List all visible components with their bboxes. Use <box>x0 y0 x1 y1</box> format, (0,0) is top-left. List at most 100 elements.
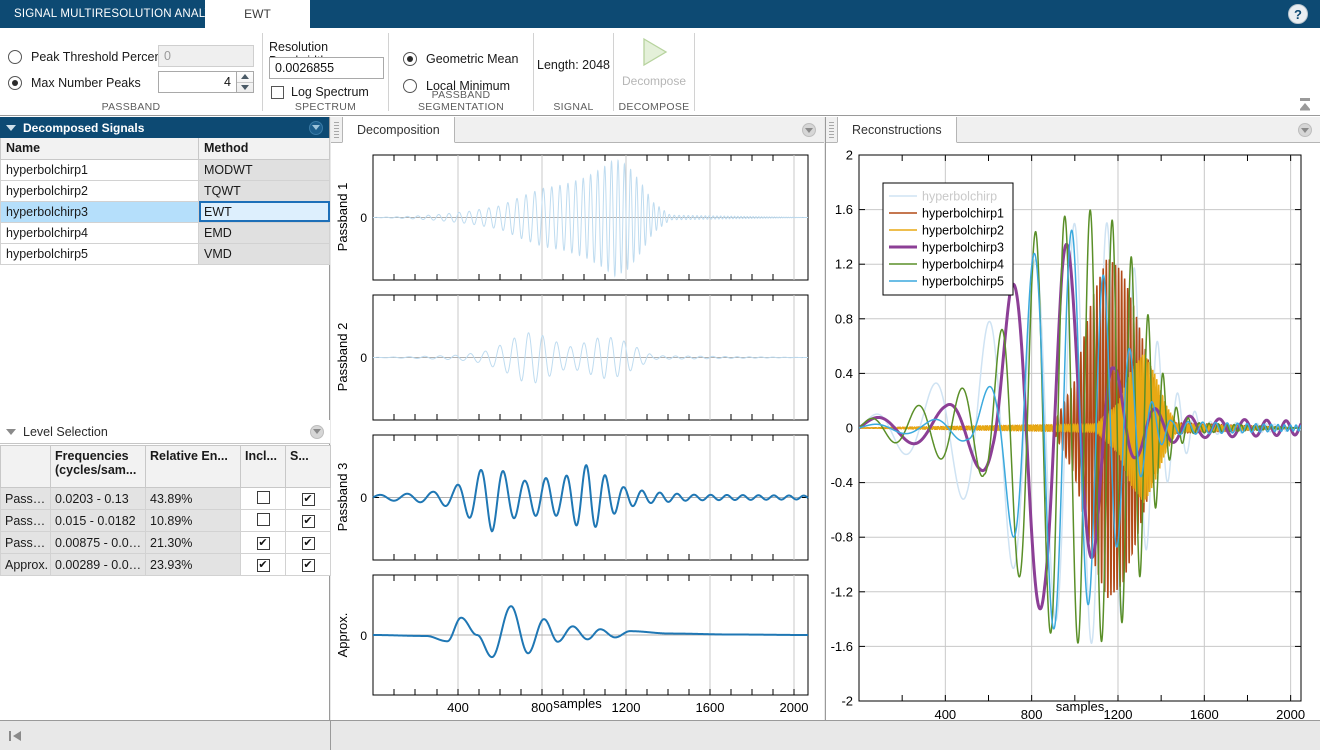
cell-level: Pass… <box>0 531 51 554</box>
geometric-mean-radio[interactable] <box>403 52 417 66</box>
cell-include[interactable]: ✔ <box>240 553 286 576</box>
decomposition-panel: Decomposition 0 Passband 1 0 Passband 2 … <box>331 117 824 720</box>
show-checkbox[interactable]: ✔ <box>301 537 315 550</box>
ribbon-toolbar: Peak Threshold Percent Max Number Peaks … <box>0 28 1320 116</box>
reconstructions-plot: -2 -1.6 -1.2 -0.8 -0.4 0 0.4 0.8 1.2 1.6 2 400 800 1… <box>826 143 1320 720</box>
table-row[interactable]: hyperbolchirp4 EMD <box>0 221 330 244</box>
table-row[interactable]: Pass… 0.015 - 0.0182 10.89% ✔ <box>0 509 331 532</box>
level-selection-table[interactable]: Frequencies (cycles/sam... Relative En..… <box>0 445 331 576</box>
cell-level: Pass… <box>0 487 51 510</box>
cell-signal-method[interactable]: TQWT <box>198 179 330 202</box>
cell-include[interactable]: ✔ <box>240 531 286 554</box>
decompose-button[interactable]: Decompose <box>614 34 694 88</box>
column-header-level[interactable] <box>0 445 51 488</box>
panel-menu-icon[interactable] <box>802 123 816 137</box>
geometric-mean-label: Geometric Mean <box>426 52 519 66</box>
recon-ytick-1.6: 1.6 <box>835 202 853 217</box>
chevron-down-icon[interactable] <box>6 124 16 131</box>
geometric-mean-row[interactable]: Geometric Mean <box>403 48 518 70</box>
log-spectrum-label: Log Spectrum <box>291 85 369 99</box>
panel-menu-icon[interactable] <box>309 120 323 135</box>
show-checkbox[interactable]: ✔ <box>301 493 315 506</box>
panel-menu-icon[interactable] <box>310 424 324 439</box>
legend-label-hyperbolchirp3: hyperbolchirp3 <box>922 241 1004 255</box>
recon-ytick-0: 0 <box>846 421 853 436</box>
decomposed-signals-table[interactable]: Name Method hyperbolchirp1 MODWT hyperbo… <box>0 138 330 265</box>
peak-threshold-radio[interactable] <box>8 50 22 64</box>
passband2-ylabel: Passband 2 <box>335 323 350 392</box>
recon-ytick-1.2: 1.2 <box>835 257 853 272</box>
include-checkbox[interactable]: ✔ <box>256 559 270 572</box>
cell-show[interactable]: ✔ <box>285 531 331 554</box>
peak-threshold-input[interactable]: 0 <box>158 45 254 67</box>
legend-label-hyperbolchirp4: hyperbolchirp4 <box>922 258 1004 272</box>
table-row[interactable]: Pass… 0.00875 - 0.0… 21.30% ✔ ✔ <box>0 531 331 554</box>
resolution-bandwidth-input[interactable]: 0.0026855 <box>269 57 384 79</box>
help-icon[interactable]: ? <box>1288 4 1308 24</box>
column-header-frequencies[interactable]: Frequencies (cycles/sam... <box>50 445 146 488</box>
column-header-show[interactable]: S... <box>285 445 331 488</box>
cell-show[interactable]: ✔ <box>285 509 331 532</box>
table-row[interactable]: hyperbolchirp2 TQWT <box>0 179 330 202</box>
table-row[interactable]: hyperbolchirp1 MODWT <box>0 158 330 181</box>
ribbon-group-signal-title: SIGNAL <box>553 101 594 113</box>
stepper-down-icon[interactable] <box>237 83 253 93</box>
max-number-peaks-input[interactable]: 4 <box>158 71 237 93</box>
approx-ytick-0: 0 <box>360 629 367 643</box>
cell-show[interactable]: ✔ <box>285 487 331 510</box>
title-bar: SIGNAL MULTIRESOLUTION ANALYZER EWT ? <box>0 0 1320 28</box>
column-header-include[interactable]: Incl... <box>240 445 286 488</box>
reconstructions-xlabel: samples <box>1055 699 1105 714</box>
cell-signal-name[interactable]: hyperbolchirp4 <box>0 221 199 244</box>
cell-signal-method[interactable]: EMD <box>198 221 330 244</box>
include-checkbox[interactable] <box>256 512 270 526</box>
column-header-name[interactable]: Name <box>0 138 199 160</box>
show-checkbox[interactable]: ✔ <box>301 515 315 528</box>
column-header-method[interactable]: Method <box>198 138 330 160</box>
table-header-row: Frequencies (cycles/sam... Relative En..… <box>0 445 331 488</box>
cell-signal-name[interactable]: hyperbolchirp5 <box>0 242 199 265</box>
cell-signal-method[interactable]: VMD <box>198 242 330 265</box>
decomposed-signals-title: Decomposed Signals <box>23 120 145 135</box>
approx-ylabel: Approx. <box>335 613 350 658</box>
chevron-down-icon[interactable] <box>6 428 16 435</box>
collapse-left-icon[interactable] <box>8 729 24 743</box>
show-checkbox[interactable]: ✔ <box>301 559 315 572</box>
cell-level: Pass… <box>0 509 51 532</box>
peak-threshold-row[interactable]: Peak Threshold Percent <box>8 46 165 68</box>
column-header-relative-energy[interactable]: Relative En... <box>145 445 241 488</box>
log-spectrum-checkbox[interactable] <box>271 85 284 99</box>
table-row[interactable]: Pass… 0.0203 - 0.13 43.89% ✔ <box>0 487 331 510</box>
tab-reconstructions[interactable]: Reconstructions <box>837 117 957 143</box>
cell-signal-name[interactable]: hyperbolchirp1 <box>0 158 199 181</box>
include-checkbox[interactable] <box>256 490 270 504</box>
reconstructions-panel: Reconstructions -2 -1.6 -1.2 -0.8 -0.4 0 0.4 0.… <box>825 117 1320 720</box>
max-number-peaks-stepper[interactable] <box>237 71 254 93</box>
cell-show[interactable]: ✔ <box>285 553 331 576</box>
stepper-up-icon[interactable] <box>237 72 253 83</box>
ribbon-group-passband-segmentation-title: PASSBAND SEGMENTATION <box>417 89 505 113</box>
include-checkbox[interactable]: ✔ <box>256 537 270 550</box>
log-spectrum-row[interactable]: Log Spectrum <box>271 85 369 99</box>
tab-decomposition[interactable]: Decomposition <box>342 117 455 143</box>
table-row[interactable]: Approx. 0.00289 - 0.0… 23.93% ✔ ✔ <box>0 553 331 576</box>
max-peaks-row[interactable]: Max Number Peaks <box>8 72 165 94</box>
legend-label-hyperbolchirp5: hyperbolchirp5 <box>922 275 1004 289</box>
cell-signal-method[interactable]: EWT <box>198 200 330 223</box>
cell-include[interactable] <box>240 509 286 532</box>
table-row[interactable]: hyperbolchirp5 VMD <box>0 242 330 265</box>
panel-menu-icon[interactable] <box>1298 123 1312 137</box>
table-row-selected[interactable]: hyperbolchirp3 EWT <box>0 200 330 223</box>
drag-handle-icon[interactable] <box>334 122 339 138</box>
cell-signal-name[interactable]: hyperbolchirp3 <box>0 200 199 223</box>
cell-include[interactable] <box>240 487 286 510</box>
cell-signal-name[interactable]: hyperbolchirp2 <box>0 179 199 202</box>
ribbon-group-signal: Length: 2048 SIGNAL <box>534 28 613 116</box>
collapse-ribbon-icon[interactable] <box>1296 97 1314 113</box>
drag-handle-icon[interactable] <box>829 122 834 138</box>
max-number-peaks-radio[interactable] <box>8 76 22 90</box>
chart-approximation: 0 Approx. 400 800 1200 1600 2000 <box>335 574 809 715</box>
cell-signal-method[interactable]: MODWT <box>198 158 330 181</box>
tab-ewt[interactable]: EWT <box>205 0 310 28</box>
main-body: Decomposed Signals Name Method hyperbolc… <box>0 117 1320 750</box>
